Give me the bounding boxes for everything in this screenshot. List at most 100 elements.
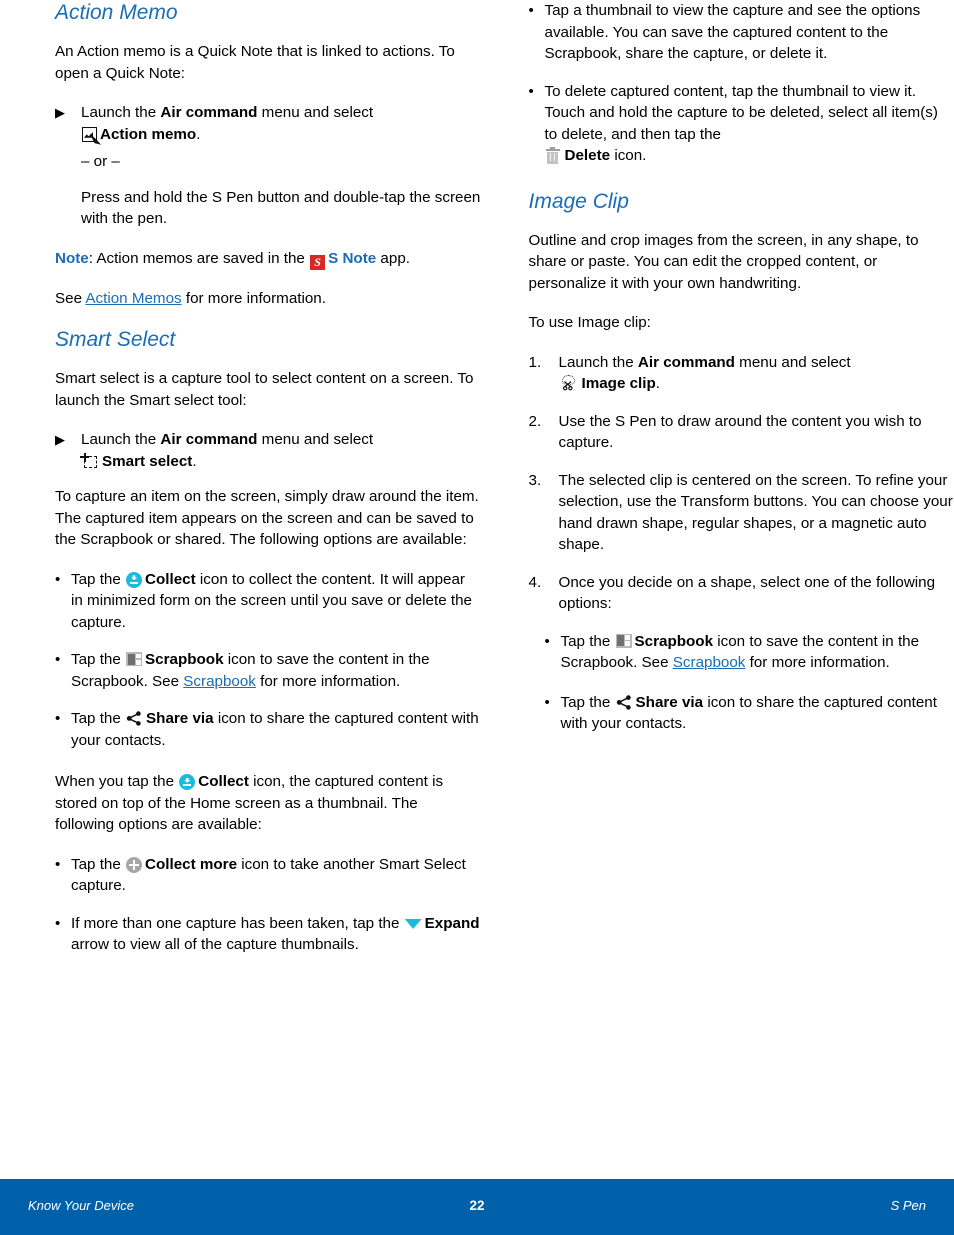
scrapbook-icon bbox=[126, 652, 143, 667]
note-text-before: : Action memos are saved in the bbox=[88, 249, 310, 267]
collect-icon bbox=[126, 571, 143, 588]
scrapbook-icon bbox=[615, 633, 632, 648]
two-column-body: Action Memo An Action memo is a Quick No… bbox=[0, 0, 954, 1180]
footer-section-label: S Pen bbox=[890, 1198, 926, 1213]
action-memo-note: Note: Action memos are saved in the SS N… bbox=[55, 248, 481, 270]
see-prefix: See bbox=[55, 289, 86, 307]
smart-select-step: ▶ Launch the Air command menu and select… bbox=[55, 429, 481, 472]
scrapbook-bold: Scrapbook bbox=[145, 651, 224, 669]
collect-bold: Collect bbox=[145, 570, 196, 588]
expand-icon bbox=[404, 918, 422, 929]
s-note-app-name: S Note bbox=[328, 249, 377, 267]
image-clip-step-2: 2. Use the S Pen to draw around the cont… bbox=[529, 411, 954, 454]
bullet-marker: • bbox=[55, 914, 61, 932]
see-suffix: for more information. bbox=[181, 289, 326, 307]
arrow-bullet-marker: ▶ bbox=[55, 432, 65, 448]
footer-page-number: 22 bbox=[469, 1198, 485, 1213]
step-text-after: . bbox=[192, 452, 197, 470]
step-text-after: . bbox=[655, 375, 661, 393]
expand-bold: Expand bbox=[424, 914, 480, 932]
image-clip-bold: Image clip bbox=[581, 375, 656, 393]
action-memo-intro: An Action memo is a Quick Note that is l… bbox=[55, 43, 455, 82]
bullet-marker: • bbox=[55, 855, 61, 873]
step-text-mid: menu and select bbox=[257, 104, 374, 122]
bullet-marker: • bbox=[544, 693, 550, 711]
link-action-memos[interactable]: Action Memos bbox=[85, 290, 181, 307]
section-heading-smart-select: Smart Select bbox=[55, 328, 176, 352]
bullet-marker: • bbox=[544, 632, 550, 650]
bullet-text-before: Tap the bbox=[71, 651, 126, 669]
step-number: 1. bbox=[528, 353, 542, 371]
image-clip-step-1: 1. Launch the Air command menu and selec… bbox=[529, 352, 954, 395]
or-divider: – or – bbox=[81, 153, 120, 171]
image-clip-icon bbox=[560, 375, 578, 391]
image-clip-intro: Outline and crop images from the screen,… bbox=[528, 231, 919, 292]
step-number: 2. bbox=[528, 412, 542, 430]
image-clip-step-3: 3. The selected clip is centered on the … bbox=[529, 470, 954, 556]
air-command-bold: Air command bbox=[160, 104, 258, 122]
bullet-delete-captured: • To delete captured content, tap the th… bbox=[529, 81, 954, 167]
step-text-after: . bbox=[196, 125, 201, 143]
bullet-scrapbook-option: • Tap the Scrapbook icon to save the con… bbox=[545, 631, 954, 674]
step-text: Once you decide on a shape, select one o… bbox=[558, 573, 936, 613]
air-command-bold: Air command bbox=[637, 353, 735, 371]
share-via-bold: Share via bbox=[146, 710, 214, 728]
collect-icon bbox=[179, 774, 196, 791]
bullet-expand: • If more than one capture has been take… bbox=[55, 913, 481, 956]
scrapbook-bold: Scrapbook bbox=[634, 632, 714, 650]
note-text-after: app. bbox=[376, 249, 410, 267]
step-number: 3. bbox=[528, 471, 542, 489]
action-memos-see-line: See Action Memos for more information. bbox=[55, 288, 481, 310]
bullet-text-after: icon. bbox=[610, 147, 647, 164]
bullet-text-before: If more than one capture has been taken,… bbox=[71, 914, 404, 932]
action-memo-icon bbox=[82, 126, 97, 142]
step-text-before: Launch the bbox=[81, 104, 161, 122]
bullet-marker: • bbox=[528, 2, 534, 19]
bullet-marker: • bbox=[55, 651, 61, 669]
image-clip-sub-options: • Tap the Scrapbook icon to save the con… bbox=[545, 631, 954, 735]
bullet-text-before: Tap the bbox=[71, 710, 126, 728]
step-text-before: Launch the bbox=[558, 353, 638, 371]
air-command-bold: Air command bbox=[160, 431, 258, 449]
bullet-text-before: To delete captured content, tap the thum… bbox=[544, 82, 938, 143]
bullet-marker: • bbox=[55, 710, 61, 728]
action-memo-step-text: Launch the Air command menu and select Ac… bbox=[81, 102, 481, 145]
bullet-collect: • Tap the Collect icon to collect the co… bbox=[55, 569, 481, 634]
s-note-icon: S bbox=[310, 254, 326, 270]
smart-select-bold: Smart select bbox=[102, 452, 193, 470]
bullet-scrapbook: • Tap the Scrapbook icon to save the con… bbox=[55, 649, 481, 692]
smart-select-capture-para: To capture an item on the screen, simply… bbox=[55, 488, 479, 549]
collect-para-before: When you tap the bbox=[55, 773, 179, 791]
step-number: 4. bbox=[528, 573, 542, 591]
bullet-text-end: for more information. bbox=[255, 672, 401, 690]
action-memo-step: ▶ Launch the Air command menu and select… bbox=[55, 102, 481, 145]
smart-select-intro: Smart select is a capture tool to select… bbox=[55, 370, 474, 409]
collect-paragraph: When you tap the Collect icon, the captu… bbox=[55, 771, 481, 836]
step-text-mid: menu and select bbox=[257, 431, 374, 449]
step-text: Use the S Pen to draw around the content… bbox=[558, 412, 922, 452]
step-text: The selected clip is centered on the scr… bbox=[558, 471, 953, 554]
bullet-text-before: Tap the bbox=[560, 632, 615, 650]
document-page: Action Memo An Action memo is a Quick No… bbox=[0, 0, 954, 1235]
bullet-marker: • bbox=[528, 82, 534, 100]
image-clip-step-4: 4. Once you decide on a shape, select on… bbox=[529, 572, 954, 615]
page-footer: Know Your Device 22 S Pen bbox=[0, 1179, 954, 1235]
arrow-bullet-marker: ▶ bbox=[55, 105, 65, 121]
action-memo-alt-step: Press and hold the S Pen button and doub… bbox=[81, 188, 481, 228]
link-scrapbook[interactable]: Scrapbook bbox=[183, 673, 256, 690]
image-clip-lead-in: To use Image clip: bbox=[528, 314, 651, 332]
bullet-text-before: Tap the bbox=[71, 570, 126, 588]
bullet-text-before: Tap the bbox=[560, 693, 615, 711]
section-heading-action-memo: Action Memo bbox=[55, 1, 178, 24]
left-column: Action Memo An Action memo is a Quick No… bbox=[55, 0, 481, 1180]
action-memo-bold: Action memo bbox=[100, 125, 197, 143]
bullet-share-via-option: • Tap the Share via icon to share the ca… bbox=[545, 692, 954, 735]
step-text-before: Launch the bbox=[81, 431, 161, 449]
bullet-text-end: for more information. bbox=[745, 654, 890, 672]
link-scrapbook[interactable]: Scrapbook bbox=[673, 654, 746, 671]
collect-bold: Collect bbox=[198, 773, 249, 791]
note-label: Note bbox=[55, 249, 89, 267]
smart-select-icon bbox=[80, 452, 98, 469]
collect-more-bold: Collect more bbox=[145, 855, 238, 873]
right-column: • Tap a thumbnail to view the capture an… bbox=[529, 0, 954, 1180]
